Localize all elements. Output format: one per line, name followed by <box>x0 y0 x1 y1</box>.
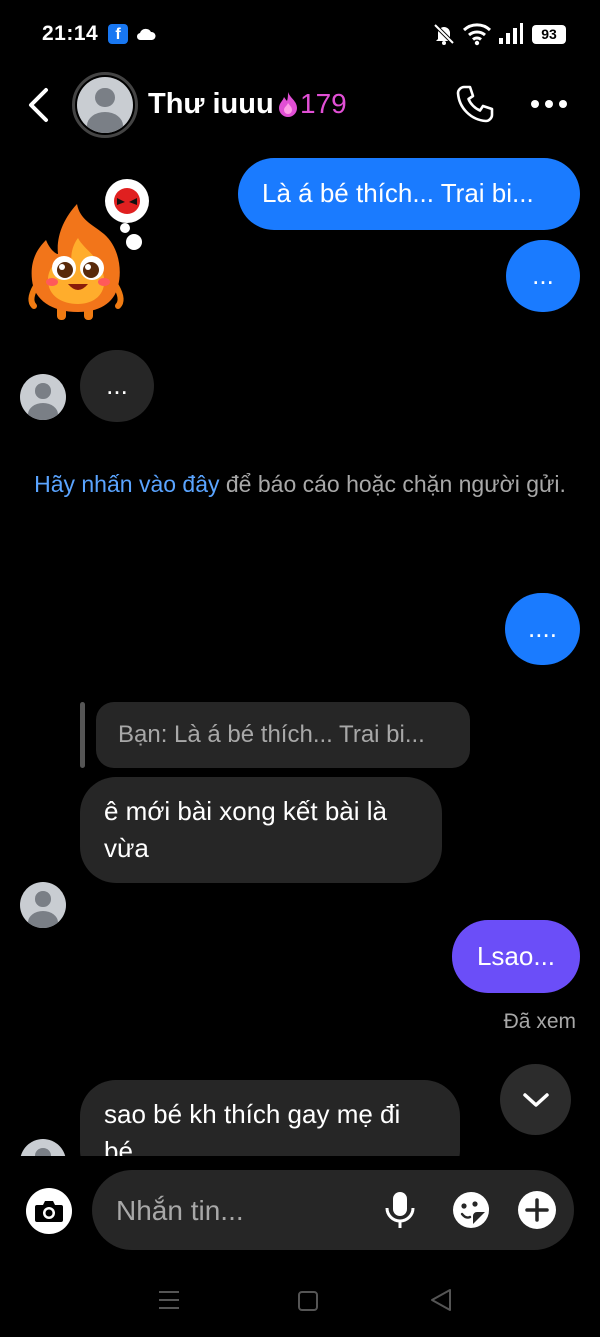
received-message-bubble[interactable]: sao bé kh thích gay mẹ đi bé <box>80 1080 460 1156</box>
sender-avatar[interactable] <box>20 1139 66 1156</box>
flame-icon <box>279 92 297 117</box>
contact-avatar[interactable] <box>72 72 138 138</box>
add-icon[interactable] <box>517 1190 557 1230</box>
report-notice: Hãy nhấn vào đây để báo cáo hoặc chặn ng… <box>0 468 600 501</box>
reply-indicator-bar <box>80 702 85 768</box>
contact-name[interactable]: Thư iuuu <box>148 88 274 121</box>
message-composer <box>92 1170 574 1250</box>
sender-avatar[interactable] <box>20 374 66 420</box>
camera-button[interactable] <box>26 1188 72 1234</box>
battery-icon: 93 <box>532 25 566 44</box>
more-icon[interactable] <box>530 98 568 110</box>
sent-message-bubble[interactable]: Là á bé thích... Trai bi... <box>238 158 580 230</box>
cloud-icon <box>136 28 156 41</box>
menu-nav-icon[interactable] <box>158 1290 180 1310</box>
chevron-down-icon <box>522 1092 549 1107</box>
wifi-icon <box>462 23 492 46</box>
reply-preview[interactable]: Bạn: Là á bé thích... Trai bi... <box>96 702 470 768</box>
received-message-bubble[interactable]: ... <box>80 350 154 422</box>
signal-icon <box>499 23 523 44</box>
streak-badge: 179 <box>278 88 347 120</box>
fire-sticker-image[interactable] <box>22 176 162 326</box>
seen-status: Đã xem <box>503 1010 576 1033</box>
facebook-icon: f <box>108 24 128 44</box>
camera-icon <box>35 1201 63 1222</box>
home-nav-icon[interactable] <box>297 1290 319 1312</box>
sent-message-bubble[interactable]: Lsao... <box>452 920 580 993</box>
avatar <box>77 77 133 133</box>
received-message-bubble[interactable]: ê mới bài xong kết bài là vừa <box>80 777 442 883</box>
sender-avatar[interactable] <box>20 882 66 928</box>
microphone-icon[interactable] <box>383 1190 417 1230</box>
report-link[interactable]: Hãy nhấn vào đây <box>34 471 219 497</box>
streak-count: 179 <box>300 88 347 119</box>
message-input[interactable] <box>114 1190 368 1232</box>
report-notice-text: để báo cáo hoặc chặn người gửi. <box>219 471 566 497</box>
back-arrow-icon[interactable] <box>24 86 52 124</box>
scroll-to-bottom-button[interactable] <box>500 1064 571 1135</box>
status-time: 21:14 <box>42 22 99 45</box>
sent-message-bubble[interactable]: .... <box>505 593 580 665</box>
bell-muted-icon <box>433 23 455 45</box>
sticker-icon[interactable] <box>451 1190 491 1230</box>
phone-icon[interactable] <box>455 84 495 124</box>
sent-message-bubble[interactable]: ... <box>506 240 580 312</box>
back-nav-icon[interactable] <box>430 1288 452 1312</box>
